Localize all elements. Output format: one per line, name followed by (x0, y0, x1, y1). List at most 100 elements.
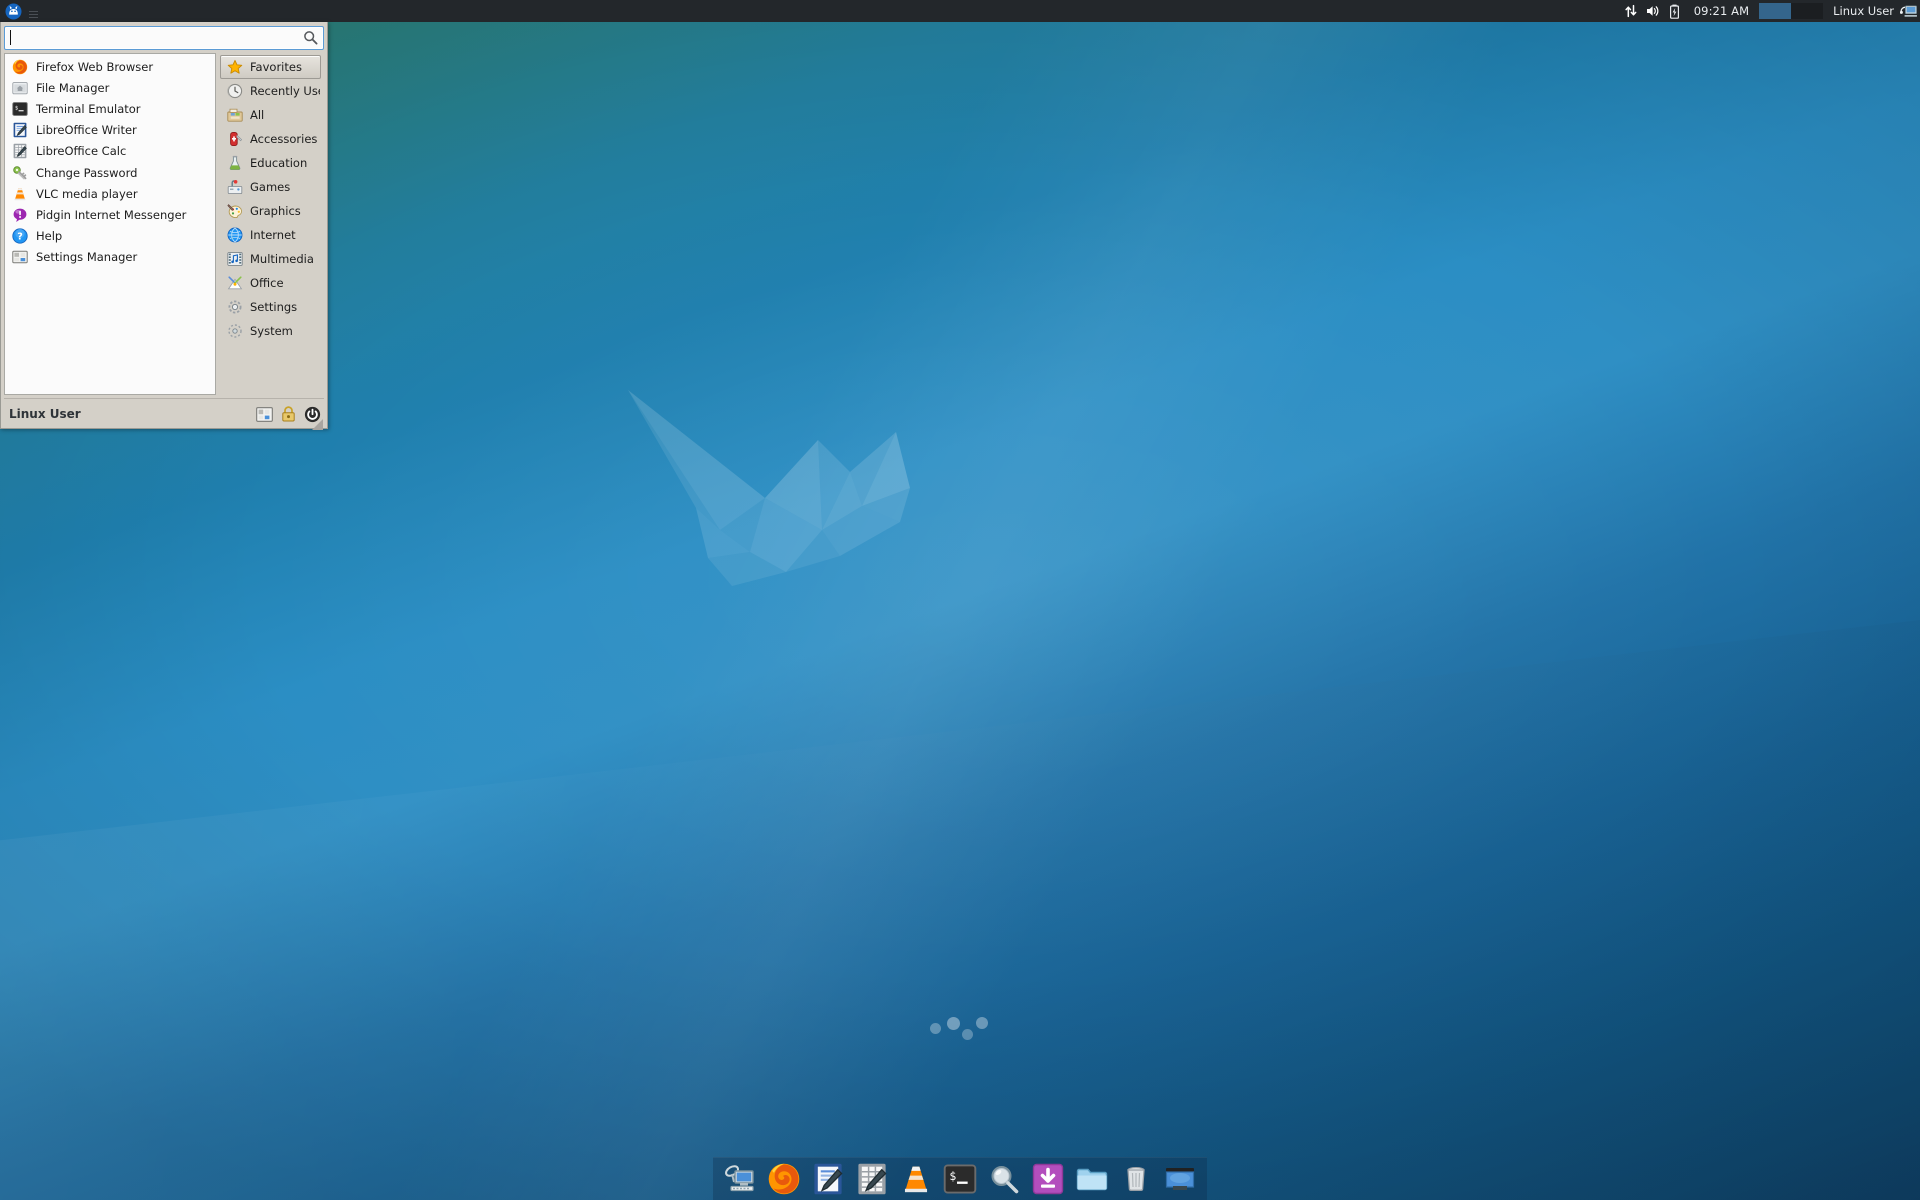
dock-panel: $ (713, 1157, 1207, 1200)
category-item-label: All (250, 108, 264, 122)
user-workstation-icon[interactable] (1898, 0, 1920, 22)
category-item-label: System (250, 324, 293, 338)
all-apps-icon (227, 107, 243, 123)
display-icon (1163, 1162, 1197, 1196)
favorite-item[interactable]: LibreOffice Writer (5, 120, 215, 141)
lock-screen-button[interactable] (276, 402, 300, 426)
download-icon (1031, 1162, 1065, 1196)
footer-user-name: Linux User (4, 407, 252, 421)
internet-icon (227, 227, 243, 243)
favorite-item[interactable]: ?Help (5, 226, 215, 247)
clock-icon (227, 83, 243, 99)
dock-item-libreoffice-writer[interactable] (809, 1160, 847, 1198)
favorite-item[interactable]: Firefox Web Browser (5, 56, 215, 77)
system-icon (227, 323, 243, 339)
category-item-label: Games (250, 180, 290, 194)
svg-text:$: $ (949, 1169, 956, 1183)
settings-manager-button[interactable] (252, 402, 276, 426)
multimedia-icon (227, 251, 243, 267)
volume-icon[interactable] (1642, 0, 1664, 22)
favorite-item[interactable]: $Terminal Emulator (5, 98, 215, 119)
favorite-item[interactable]: File Manager (5, 77, 215, 98)
dock-item-libreoffice-calc[interactable] (853, 1160, 891, 1198)
svg-text:$: $ (15, 105, 18, 111)
libreoffice-writer-icon (811, 1162, 845, 1196)
category-item-accessories[interactable]: Accessories (220, 127, 321, 151)
firefox-icon (767, 1162, 801, 1196)
keys-icon (12, 165, 28, 181)
category-item-label: Graphics (250, 204, 301, 218)
category-list: Favorites Recently Used All AccessoriesEduc… (219, 53, 322, 395)
category-item-graphics[interactable]: Graphics (220, 199, 321, 223)
settings-icon (227, 299, 243, 315)
dock-item-firefox[interactable] (765, 1160, 803, 1198)
office-icon (227, 275, 243, 291)
wallpaper-mouse-logo (600, 380, 1000, 600)
applications-menu-button[interactable] (0, 0, 26, 22)
favorite-item-label: Pidgin Internet Messenger (36, 208, 186, 222)
favorite-item[interactable]: Settings Manager (5, 247, 215, 268)
clock[interactable]: 09:21 AM (1686, 4, 1759, 18)
workspace-switcher[interactable] (1759, 3, 1823, 19)
file-manager-icon (12, 80, 28, 96)
dock-item-trash[interactable] (1117, 1160, 1155, 1198)
battery-icon[interactable] (1664, 0, 1686, 22)
favorite-item[interactable]: VLC media player (5, 183, 215, 204)
category-item-recently-used[interactable]: Recently Used (220, 79, 321, 103)
favorite-item-label: Firefox Web Browser (36, 60, 153, 74)
category-item-label: Internet (250, 228, 296, 242)
category-item-label: Office (250, 276, 284, 290)
category-item-system[interactable]: System (220, 319, 321, 343)
loading-dot (962, 1029, 973, 1040)
window-list-icon[interactable] (26, 0, 40, 22)
resize-grip[interactable] (312, 419, 323, 430)
category-item-internet[interactable]: Internet (220, 223, 321, 247)
panel-user-name: Linux User (1833, 4, 1898, 18)
network-icon[interactable] (1620, 0, 1642, 22)
category-item-education[interactable]: Education (220, 151, 321, 175)
favorite-item[interactable]: Change Password (5, 162, 215, 183)
folder-icon (1075, 1162, 1109, 1196)
dock-item-terminal[interactable]: $ (941, 1160, 979, 1198)
category-item-label: Favorites (250, 60, 302, 74)
libreoffice-calc-icon (855, 1162, 889, 1196)
loading-dot (947, 1017, 960, 1030)
loading-dot (976, 1017, 988, 1029)
category-item-all[interactable]: All (220, 103, 321, 127)
pidgin-icon (12, 207, 28, 223)
dock-item-downloads[interactable] (1029, 1160, 1067, 1198)
dock-item-network-workstation[interactable] (721, 1160, 759, 1198)
search-input[interactable] (5, 28, 323, 48)
loading-dots (930, 1015, 990, 1037)
category-item-settings[interactable]: Settings (220, 295, 321, 319)
menu-search-row (1, 22, 327, 53)
terminal-icon: $ (12, 101, 28, 117)
terminal-icon: $ (943, 1162, 977, 1196)
category-item-favorites[interactable]: Favorites (220, 55, 321, 79)
category-item-label: Recently Used (250, 84, 320, 98)
menu-footer: Linux User (4, 398, 324, 428)
dock-item-vlc[interactable] (897, 1160, 935, 1198)
vlc-cone-icon (12, 186, 28, 202)
favorite-item-label: Change Password (36, 166, 137, 180)
dock-item-search[interactable] (985, 1160, 1023, 1198)
games-icon (227, 179, 243, 195)
category-item-games[interactable]: Games (220, 175, 321, 199)
top-panel: 09:21 AM Linux User (0, 0, 1920, 22)
star-icon (227, 59, 243, 75)
search-icon[interactable] (302, 29, 319, 46)
settings-manager-icon (256, 407, 273, 422)
favorite-item[interactable]: LibreOffice Calc (5, 141, 215, 162)
education-icon (227, 155, 243, 171)
workspace-2[interactable] (1791, 3, 1823, 19)
category-item-office[interactable]: Office (220, 271, 321, 295)
workspace-1[interactable] (1759, 3, 1791, 19)
vlc-cone-icon (899, 1162, 933, 1196)
favorite-item[interactable]: Pidgin Internet Messenger (5, 204, 215, 225)
dock-item-display[interactable] (1161, 1160, 1199, 1198)
dock-item-file-manager[interactable] (1073, 1160, 1111, 1198)
search-field-wrapper[interactable] (4, 26, 324, 50)
category-item-multimedia[interactable]: Multimedia (220, 247, 321, 271)
favorite-item-label: File Manager (36, 81, 109, 95)
menu-body: Firefox Web Browser File Manager $Terminal… (1, 53, 327, 395)
